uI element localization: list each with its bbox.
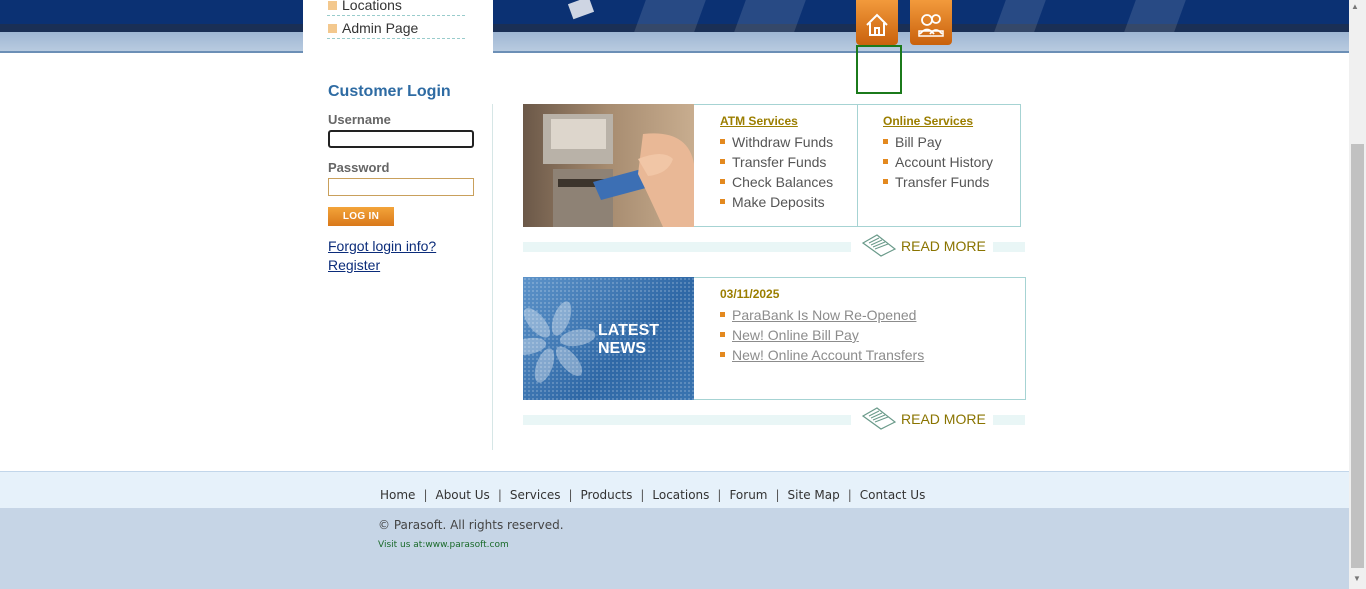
news-item-link[interactable]: New! Online Bill Pay [732,327,859,343]
home-button[interactable] [856,0,898,45]
contact-icon [918,14,944,37]
atm-services-link[interactable]: ATM Services [720,114,798,128]
forgot-login-link[interactable]: Forgot login info? [328,238,436,254]
footer-link-about-us[interactable]: About Us [435,488,489,502]
latest-news-title: LATEST NEWS [598,322,659,358]
footer-separator: | [847,488,852,502]
bullet-icon [720,139,725,144]
document-icon [861,407,897,430]
scroll-down-arrow-icon[interactable]: ▼ [1353,574,1361,583]
atm-item-check-balances: Check Balances [732,174,834,190]
sidebar-item-admin-page[interactable]: Admin Page [327,17,465,39]
header-bottom-line [0,51,1349,53]
online-services-link[interactable]: Online Services [883,114,973,128]
bullet-icon [883,139,888,144]
bullet-square-icon [328,24,337,33]
scroll-up-arrow-icon[interactable]: ▲ [1351,2,1359,11]
news-read-more-link[interactable]: READ MORE [851,407,993,432]
atm-item-withdraw-funds: Withdraw Funds [732,134,834,150]
news-date: 03/11/2025 [720,287,780,301]
header-decoration [734,0,806,32]
footer-separator: | [640,488,645,502]
latest-news-title-line: LATEST [598,322,660,339]
online-item-account-history: Account History [895,154,994,170]
swirl-icon [523,301,596,383]
footer-separator: | [568,488,573,502]
bullet-icon [720,179,725,184]
footer-link-services[interactable]: Services [510,488,561,502]
read-more-label: READ MORE [901,238,986,254]
header-light-band [0,32,1349,51]
news-item-link[interactable]: ParaBank Is Now Re-Opened [732,307,916,323]
footer-separator: | [423,488,428,502]
online-item-bill-pay: Bill Pay [895,134,942,150]
bullet-icon [720,352,725,357]
news-item-link[interactable]: New! Online Account Transfers [732,347,924,363]
services-read-more-link[interactable]: READ MORE [851,234,993,259]
services-divider [857,104,858,227]
footer-links: Home | About Us | Services | Products | Location… [380,488,925,502]
footer-link-locations[interactable]: Locations [652,488,709,502]
bullet-icon [883,159,888,164]
bullet-square-icon [328,1,337,10]
register-link[interactable]: Register [328,257,380,273]
username-input[interactable] [328,130,474,148]
bullet-icon [720,312,725,317]
latest-news-title-line: NEWS [598,340,646,357]
read-more-label: READ MORE [901,411,986,427]
sidebar-item-locations[interactable]: Locations [327,0,465,16]
login-button[interactable]: LOG IN [328,207,394,226]
sidebar-item-label: Locations [342,0,402,13]
footer-bottom [0,508,1349,589]
customer-login-title: Customer Login [328,83,451,100]
username-label: Username [328,112,391,127]
atm-card-image [523,104,694,227]
footer-separator: | [717,488,722,502]
footer-link-contact-us[interactable]: Contact Us [860,488,926,502]
latest-news-image: LATEST NEWS [523,277,694,400]
sidebar-item-label: Admin Page [342,20,419,36]
scrollbar-thumb[interactable] [1351,144,1364,568]
left-panel-divider [492,104,493,450]
visit-us-text[interactable]: Visit us at:www.parasoft.com [378,540,509,550]
bullet-icon [883,179,888,184]
bullet-icon [720,159,725,164]
footer-link-home[interactable]: Home [380,488,415,502]
bullet-icon [720,332,725,337]
footer-link-site-map[interactable]: Site Map [788,488,840,502]
password-input[interactable] [328,178,474,196]
atm-item-make-deposits: Make Deposits [732,194,825,210]
footer-separator: | [775,488,780,502]
focus-outline [856,45,902,94]
footer-link-forum[interactable]: Forum [729,488,767,502]
document-icon [861,234,897,257]
atm-item-transfer-funds: Transfer Funds [732,154,827,170]
home-icon [866,13,888,36]
online-item-transfer-funds: Transfer Funds [895,174,990,190]
bullet-icon [720,199,725,204]
footer-link-products[interactable]: Products [581,488,633,502]
contact-button[interactable] [910,0,952,45]
header-banner [0,0,1349,53]
footer-separator: | [497,488,502,502]
left-panel: Locations Admin Page [303,0,493,452]
header-decoration [634,0,706,32]
password-label: Password [328,160,390,175]
copyright-text: © Parasoft. All rights reserved. [378,518,564,532]
